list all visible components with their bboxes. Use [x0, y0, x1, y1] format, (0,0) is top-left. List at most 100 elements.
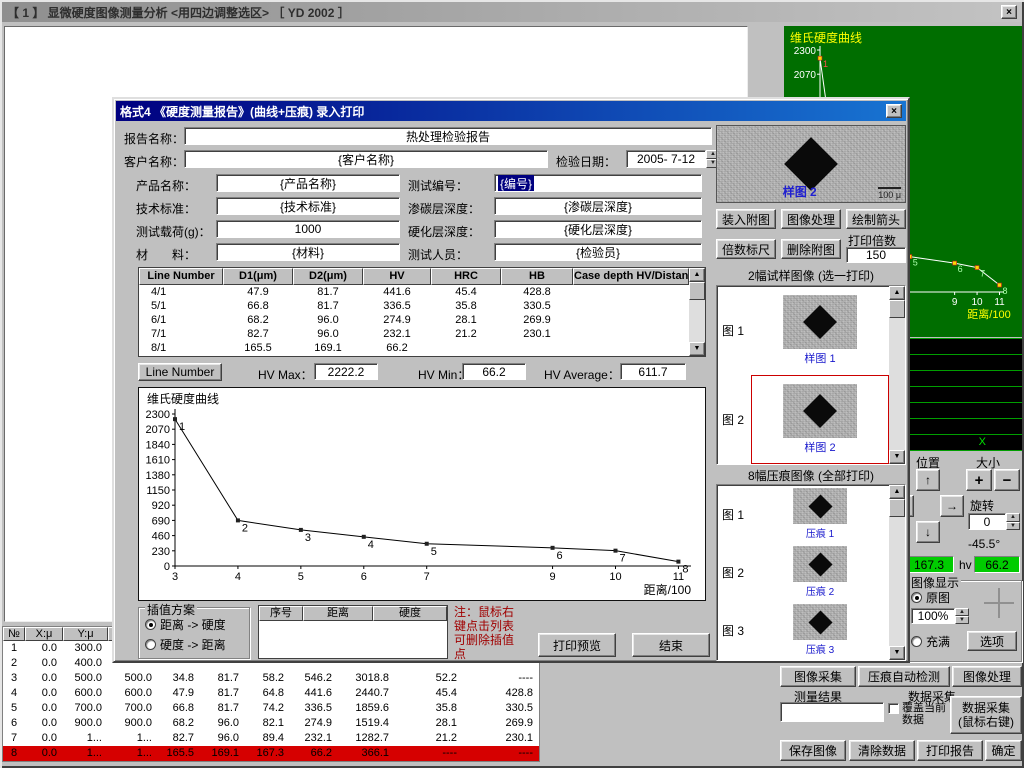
zoom-value-field[interactable]: 100% — [911, 608, 955, 624]
size-increase-button[interactable]: + — [966, 469, 992, 491]
hv-average-field[interactable]: 611.7 — [620, 363, 686, 380]
list-item[interactable]: 图 2样图 2 — [717, 375, 889, 464]
table-row[interactable]: 80.01...1...165.5169.1167.366.2366.1----… — [3, 746, 539, 761]
scrollbar-thumb[interactable] — [689, 282, 705, 300]
clear-data-button[interactable]: 清除数据 — [849, 740, 915, 761]
tech-standard-field[interactable]: {技术标准} — [216, 197, 400, 215]
move-up-button[interactable]: ↑ — [916, 469, 940, 491]
scrollbar[interactable]: ▲▼ — [889, 485, 905, 660]
window-close-button[interactable]: × — [1001, 5, 1017, 19]
measure-result-field[interactable] — [780, 702, 884, 722]
options-button[interactable]: 选项 — [967, 631, 1017, 651]
display-fill-radio[interactable]: 充满 — [911, 633, 950, 650]
sample-image[interactable]: 样图 2 100 μ — [716, 125, 906, 203]
table-cell: 1... — [63, 731, 108, 746]
note-text: 注：鼠标右键点击列表可删除插值点 — [454, 605, 518, 663]
table-row[interactable]: 70.01...1...82.796.089.4232.11282.721.22… — [3, 731, 539, 746]
image-process-button[interactable]: 图像处理 — [952, 666, 1022, 687]
checkbox-icon[interactable] — [888, 703, 899, 714]
scrollbar[interactable]: ▲▼ — [889, 286, 905, 464]
svg-text:10: 10 — [972, 297, 984, 308]
list-item[interactable]: 图 1压痕 1 — [717, 485, 889, 543]
table-row[interactable]: 6/168.296.0274.928.1269.9 — [139, 313, 689, 327]
table-row[interactable]: 5/166.881.7336.535.8330.5 — [139, 299, 689, 313]
svg-text:2070: 2070 — [794, 70, 817, 81]
scroll-up-icon[interactable]: ▲ — [889, 286, 905, 300]
ok-button[interactable]: 确定 — [985, 740, 1022, 761]
rotate-spinner[interactable]: ▲ ▼ — [1006, 513, 1020, 530]
list-item[interactable]: 图 3压痕 3 — [717, 601, 889, 659]
spin-down-icon[interactable]: ▼ — [955, 616, 969, 624]
list-item-label: 图 3 — [717, 622, 751, 639]
print-preview-button[interactable]: 打印预览 — [538, 633, 616, 657]
table-cell: 0.0 — [25, 746, 63, 761]
rotate-value-field[interactable]: 0 — [968, 513, 1006, 530]
table-cell: 0.0 — [25, 656, 63, 671]
data-acquire-button[interactable]: 数据采集 (鼠标右键) — [950, 696, 1022, 734]
scrollbar-thumb[interactable] — [889, 300, 905, 318]
delete-attachment-button[interactable]: 删除附图 — [781, 239, 841, 259]
material-field[interactable]: {材料} — [216, 243, 400, 261]
radio-icon — [145, 639, 156, 650]
line-number-button[interactable]: Line Number — [138, 363, 222, 381]
hv-average-label: HV Average： — [544, 366, 620, 383]
dialog-close-button[interactable]: × — [886, 104, 902, 118]
scroll-up-icon[interactable]: ▲ — [889, 485, 905, 499]
print-scale-field[interactable]: 150 — [846, 247, 906, 263]
print-report-button[interactable]: 打印报告 — [917, 740, 983, 761]
save-image-button[interactable]: 保存图像 — [780, 740, 846, 761]
list-item[interactable]: 图 2压痕 2 — [717, 543, 889, 601]
scroll-down-icon[interactable]: ▼ — [889, 450, 905, 464]
scrollbar-thumb[interactable] — [889, 499, 905, 517]
test-load-field[interactable]: 1000 — [216, 220, 400, 238]
scroll-down-icon[interactable]: ▼ — [889, 646, 905, 660]
interp-hardness-to-distance-radio[interactable]: 硬度 -> 距离 — [145, 636, 226, 653]
inspect-date-field[interactable]: 2005- 7-12 — [626, 150, 706, 168]
table-row[interactable]: 40.0600.0600.047.981.764.8441.62440.745.… — [3, 686, 539, 701]
table-cell: 330.5 — [463, 701, 539, 716]
spin-up-icon[interactable]: ▲ — [955, 608, 969, 616]
rotate-angle-value: -45.5° — [968, 537, 1000, 551]
table-row[interactable]: 7/182.796.0232.121.2230.1 — [139, 327, 689, 341]
zoom-spinner[interactable]: ▲ ▼ — [955, 608, 969, 624]
table-cell: 600.0 — [63, 686, 108, 701]
hardened-depth-field[interactable]: {硬化层深度} — [494, 220, 702, 238]
scroll-down-icon[interactable]: ▼ — [689, 342, 705, 356]
display-original-radio[interactable]: 原图 — [911, 589, 950, 606]
hv-max-field[interactable]: 2222.2 — [314, 363, 378, 380]
table-cell: 900.0 — [108, 716, 158, 731]
dialog-image-process-button[interactable]: 图像处理 — [781, 209, 841, 229]
draw-arrow-button[interactable]: 绘制箭头 — [846, 209, 906, 229]
table-row[interactable]: 8/1165.5169.166.2 — [139, 341, 689, 355]
image-capture-button[interactable]: 图像采集 — [780, 666, 856, 687]
customer-name-field[interactable]: {客户名称} — [184, 150, 548, 168]
size-decrease-button[interactable]: − — [994, 469, 1020, 491]
test-number-field[interactable]: {编号} — [494, 174, 702, 192]
scroll-up-icon[interactable]: ▲ — [689, 268, 705, 282]
scale-ruler-button[interactable]: 倍数标尺 — [716, 239, 776, 259]
carburized-depth-field[interactable]: {渗碳层深度} — [494, 197, 702, 215]
spin-down-icon[interactable]: ▼ — [1006, 522, 1020, 531]
move-down-button[interactable]: ↓ — [916, 521, 940, 543]
tester-field[interactable]: {检验员} — [494, 243, 702, 261]
table-row[interactable]: 30.0500.0500.034.881.758.2546.23018.852.… — [3, 671, 539, 686]
report-name-field[interactable]: 热处理检验报告 — [184, 127, 712, 145]
interp-table-body[interactable] — [259, 621, 447, 658]
move-right-button[interactable]: → — [940, 495, 964, 517]
table-cell: 1 — [3, 641, 25, 656]
table-cell: 0.0 — [25, 716, 63, 731]
table-cell: ---- — [395, 746, 463, 761]
table-row[interactable]: 4/147.981.7441.645.4428.8 — [139, 285, 689, 299]
end-button[interactable]: 结束 — [632, 633, 710, 657]
table-row[interactable]: 60.0900.0900.068.296.082.1274.91519.428.… — [3, 716, 539, 731]
table-row[interactable]: 50.0700.0700.066.881.774.2336.51859.635.… — [3, 701, 539, 716]
product-name-field[interactable]: {产品名称} — [216, 174, 400, 192]
overwrite-checkbox-row[interactable]: 覆盖当前数据 — [888, 702, 948, 726]
list-item[interactable]: 图 1样图 1 — [717, 286, 889, 375]
interp-distance-to-hardness-radio[interactable]: 距离 -> 硬度 — [145, 616, 226, 633]
load-attachment-button[interactable]: 装入附图 — [716, 209, 776, 229]
hv-min-field[interactable]: 66.2 — [462, 363, 526, 380]
scrollbar[interactable]: ▲▼ — [689, 268, 705, 356]
spin-up-icon[interactable]: ▲ — [1006, 513, 1020, 522]
auto-detect-button[interactable]: 压痕自动检测 — [858, 666, 950, 687]
